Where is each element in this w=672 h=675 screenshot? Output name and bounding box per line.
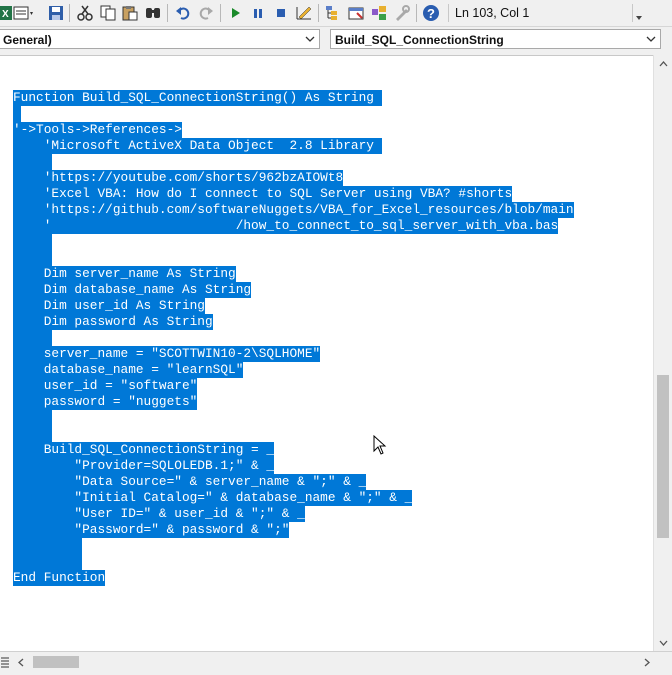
scroll-down-icon[interactable] bbox=[654, 634, 672, 651]
cursor-position-status: Ln 103, Col 1 bbox=[448, 4, 635, 22]
run-icon[interactable] bbox=[226, 3, 244, 23]
code-line[interactable]: 'Excel VBA: How do I connect to SQL Serv… bbox=[13, 186, 513, 202]
code-line[interactable]: password = "nuggets" bbox=[13, 394, 198, 410]
design-mode-icon[interactable] bbox=[294, 3, 314, 23]
code-line[interactable]: database_name = "learnSQL" bbox=[13, 362, 244, 378]
find-icon[interactable] bbox=[144, 3, 162, 23]
code-line[interactable] bbox=[13, 154, 52, 170]
scroll-left-icon[interactable] bbox=[14, 654, 28, 670]
toolbar-separator bbox=[318, 4, 319, 22]
chevron-down-icon[interactable] bbox=[642, 30, 660, 48]
svg-text:X: X bbox=[2, 9, 9, 20]
code-line[interactable]: server_name = "SCOTTWIN10-2\SQLHOME" bbox=[13, 346, 321, 362]
toolbar-separator bbox=[416, 4, 417, 22]
code-line[interactable]: Build_SQL_ConnectionString = _ bbox=[13, 442, 275, 458]
code-editor[interactable]: Function Build_SQL_ConnectionString() As… bbox=[0, 55, 653, 652]
code-line[interactable]: Dim server_name As String bbox=[13, 266, 236, 282]
toolbox-icon[interactable] bbox=[393, 3, 411, 23]
code-line[interactable]: "Data Source=" & server_name & ";" & _ bbox=[13, 474, 367, 490]
code-line[interactable]: 'https://youtube.com/shorts/962bzAIOWt8 bbox=[13, 170, 344, 186]
code-line[interactable] bbox=[13, 330, 52, 346]
mouse-cursor-icon bbox=[373, 434, 387, 460]
code-line[interactable]: Dim user_id As String bbox=[13, 298, 205, 314]
code-line[interactable]: "User ID=" & user_id & ";" & _ bbox=[13, 506, 305, 522]
properties-icon[interactable] bbox=[347, 3, 365, 23]
redo-icon[interactable] bbox=[197, 3, 215, 23]
object-dropdown-value: General) bbox=[3, 33, 52, 47]
copy-icon[interactable] bbox=[99, 3, 117, 23]
code-line[interactable]: ' /how_to_connect_to_sql_server_with_vba… bbox=[13, 218, 559, 234]
toolbar-options-chevron-icon[interactable] bbox=[632, 4, 643, 22]
code-line[interactable]: Function Build_SQL_ConnectionString() As… bbox=[13, 90, 382, 106]
project-explorer-icon[interactable] bbox=[324, 3, 342, 23]
code-line[interactable]: "Password=" & password & ";" bbox=[13, 522, 290, 538]
standard-toolbar: X ? Ln 103, Col 1 bbox=[0, 0, 672, 27]
vertical-scrollbar[interactable] bbox=[653, 55, 672, 651]
horizontal-scroll-thumb[interactable] bbox=[33, 656, 79, 668]
scroll-up-icon[interactable] bbox=[654, 55, 672, 72]
code-line[interactable] bbox=[13, 106, 21, 122]
excel-view-icon[interactable]: X bbox=[0, 3, 14, 23]
cut-icon[interactable] bbox=[76, 3, 94, 23]
break-icon[interactable] bbox=[249, 3, 267, 23]
code-line[interactable]: Dim password As String bbox=[13, 314, 213, 330]
code-line[interactable]: user_id = "software" bbox=[13, 378, 198, 394]
help-icon[interactable]: ? bbox=[421, 3, 441, 23]
code-line[interactable] bbox=[13, 410, 52, 426]
code-line[interactable] bbox=[13, 250, 52, 266]
code-line[interactable] bbox=[13, 554, 83, 570]
object-browser-icon[interactable] bbox=[370, 3, 388, 23]
code-line[interactable]: "Provider=SQLOLEDB.1;" & _ bbox=[13, 458, 275, 474]
code-line[interactable]: '->Tools->References-> bbox=[13, 122, 182, 138]
save-icon[interactable] bbox=[47, 3, 65, 23]
code-line[interactable]: 'https://github.com/softwareNuggets/VBA_… bbox=[13, 202, 574, 218]
vertical-scroll-thumb[interactable] bbox=[657, 375, 669, 538]
procedure-dropdown[interactable]: Build_SQL_ConnectionString bbox=[330, 29, 661, 49]
procedure-dropdown-value: Build_SQL_ConnectionString bbox=[335, 33, 504, 47]
code-line[interactable]: 'Microsoft ActiveX Data Object 2.8 Libra… bbox=[13, 138, 382, 154]
reset-icon[interactable] bbox=[272, 3, 290, 23]
paste-icon[interactable] bbox=[121, 3, 139, 23]
object-dropdown[interactable]: General) bbox=[0, 29, 320, 49]
procedure-view-icon[interactable] bbox=[0, 654, 10, 670]
code-line[interactable]: Dim database_name As String bbox=[13, 282, 252, 298]
code-line[interactable] bbox=[13, 426, 52, 442]
toolbar-separator bbox=[167, 4, 168, 22]
scroll-right-icon[interactable] bbox=[640, 654, 654, 670]
horizontal-scrollbar[interactable] bbox=[0, 651, 672, 673]
toolbar-separator bbox=[220, 4, 221, 22]
code-line[interactable] bbox=[13, 538, 83, 554]
svg-text:?: ? bbox=[427, 6, 435, 21]
toolbar-separator bbox=[69, 4, 70, 22]
chevron-down-icon[interactable] bbox=[301, 30, 319, 48]
undo-icon[interactable] bbox=[174, 3, 192, 23]
code-line[interactable]: End Function bbox=[13, 570, 106, 586]
code-line[interactable]: "Initial Catalog=" & database_name & ";"… bbox=[13, 490, 413, 506]
insert-module-icon[interactable] bbox=[13, 3, 35, 23]
code-window-header: General) Build_SQL_ConnectionString bbox=[0, 27, 672, 53]
code-line[interactable] bbox=[13, 234, 52, 250]
